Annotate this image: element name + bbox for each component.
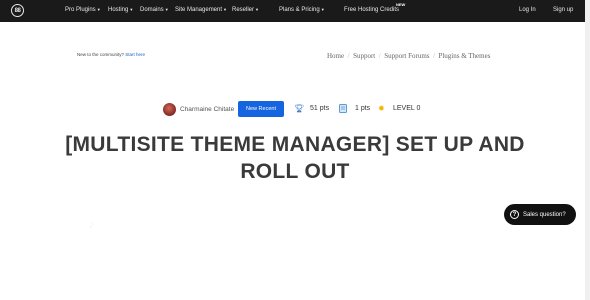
star-icon: ✹: [378, 104, 385, 113]
document-icon: [339, 104, 347, 116]
nav-hosting[interactable]: Hosting▼: [108, 7, 133, 13]
breadcrumb-separator: /: [431, 52, 437, 60]
chevron-down-icon: ▼: [96, 7, 101, 12]
login-link[interactable]: Log In: [519, 7, 536, 13]
start-here-link[interactable]: Start here: [125, 52, 145, 57]
nav-label: Hosting: [108, 7, 129, 14]
nav-plans-pricing[interactable]: Plans & Pricing▼: [279, 7, 325, 13]
nav-label: Domains: [140, 7, 164, 14]
breadcrumb-separator: /: [345, 52, 352, 60]
stray-mark: ·ˊ: [90, 224, 94, 230]
breadcrumb-plugins-themes[interactable]: Plugins & Themes: [438, 52, 490, 60]
page-title: [MULTISITE THEME MANAGER] SET UP AND ROL…: [65, 133, 525, 183]
nav-label: Reseller: [232, 7, 255, 14]
chevron-down-icon: ▼: [255, 7, 259, 12]
nav-pro-plugins[interactable]: Pro Plugins▼: [65, 7, 101, 13]
avatar[interactable]: [163, 103, 176, 116]
chevron-down-icon: ▼: [164, 7, 169, 12]
community-text: New to the community?: [77, 52, 125, 57]
community-prompt: New to the community? Start here: [77, 52, 145, 57]
nav-label: Pro Plugins: [65, 7, 96, 14]
top-navigation: 88 Pro Plugins▼ Hosting▼ Domains▼ Site M…: [0, 0, 585, 22]
breadcrumb-support[interactable]: Support: [353, 52, 375, 60]
level-value: LEVEL 0: [393, 105, 421, 112]
nav-site-management[interactable]: Site Management▼: [175, 7, 227, 13]
chevron-down-icon: ▼: [129, 7, 134, 12]
scrollbar[interactable]: [585, 0, 590, 300]
nav-domains[interactable]: Domains▼: [140, 7, 169, 13]
points-value: 51 pts: [310, 105, 330, 112]
chevron-down-icon: ▼: [320, 7, 325, 12]
new-badge: NEW: [396, 2, 406, 7]
question-icon: ?: [510, 210, 519, 219]
breadcrumb-separator: /: [376, 52, 383, 60]
chat-label: Sales question?: [523, 211, 566, 218]
breadcrumb-support-forums[interactable]: Support Forums: [384, 52, 429, 60]
logo-icon[interactable]: 88: [11, 4, 24, 17]
nav-reseller[interactable]: Reseller▼: [232, 7, 259, 13]
signup-link[interactable]: Sign up: [553, 7, 573, 13]
sales-question-button[interactable]: ? Sales question?: [504, 204, 576, 225]
breadcrumb: Home / Support / Support Forums / Plugin…: [327, 52, 490, 60]
trophy-icon: 🏆︎: [294, 104, 305, 113]
second-points-value: 1 pts: [355, 105, 371, 112]
author-name[interactable]: Charmaine Chitate: [180, 106, 234, 113]
chevron-down-icon: ▼: [223, 7, 227, 12]
nav-label: Site Management: [175, 7, 223, 14]
new-recent-button[interactable]: New Recent: [238, 101, 284, 117]
logo-text: 88: [14, 7, 21, 14]
breadcrumb-home[interactable]: Home: [327, 52, 344, 60]
nav-label: Plans & Pricing: [279, 7, 320, 14]
nav-free-hosting-credits[interactable]: Free Hosting Credits: [344, 7, 399, 13]
